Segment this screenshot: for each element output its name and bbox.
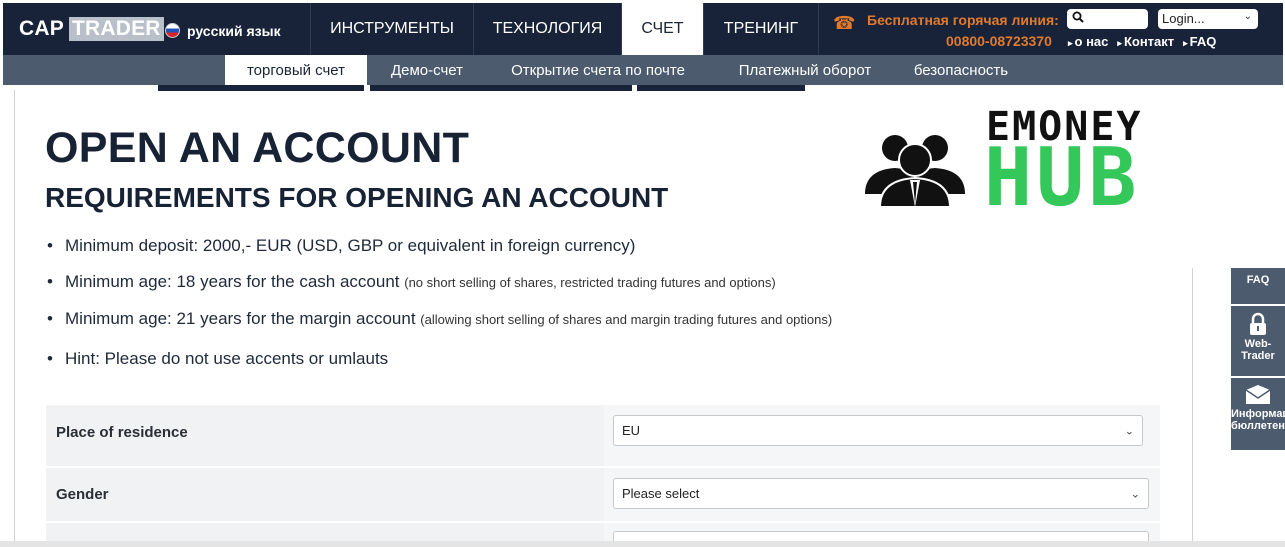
- side-tab-faq[interactable]: FAQ: [1231, 268, 1285, 304]
- list-item: Minimum age: 18 years for the cash accou…: [47, 272, 776, 292]
- link-contact-label: Контакт: [1123, 34, 1175, 49]
- form-row-next: [46, 523, 1160, 545]
- side-tab-webtrader[interactable]: Web-Trader: [1231, 306, 1285, 376]
- side-tab-faq-label: FAQ: [1246, 274, 1270, 286]
- link-about[interactable]: ▸ о нас: [1068, 34, 1108, 49]
- chevron-down-icon: ⌄: [1130, 488, 1140, 500]
- section-title: REQUIREMENTS FOR OPENING AN ACCOUNT: [45, 182, 669, 213]
- russian-flag-icon[interactable]: [165, 23, 180, 38]
- menu-shadow: [370, 85, 632, 91]
- sub-navbar: торговый счет Демо-счет Открытие счета п…: [3, 55, 1283, 85]
- subnav-open-by-mail[interactable]: Открытие счета по почте: [493, 55, 703, 85]
- subnav-demo-account[interactable]: Демо-счет: [372, 55, 482, 85]
- logo-cap: CAP: [19, 17, 64, 40]
- hub-wordmark: HUB: [984, 131, 1141, 224]
- form-row-gender: Gender Please select ⌄: [46, 468, 1160, 521]
- list-item: Minimum age: 21 years for the margin acc…: [47, 309, 832, 329]
- requirement-text: Minimum age: 18 years for the cash accou…: [65, 272, 400, 291]
- content-border: [1192, 268, 1193, 547]
- menu-shadow: [637, 85, 805, 91]
- link-contact[interactable]: ▸ Контакт: [1117, 34, 1174, 49]
- language-selector[interactable]: русский язык: [187, 23, 281, 39]
- arrow-right-icon: ▸: [1117, 38, 1122, 48]
- side-tab-newsletter-label: Информация бюллетень: [1231, 408, 1285, 432]
- subnav-security[interactable]: безопасность: [900, 55, 1022, 85]
- search-input[interactable]: [1067, 9, 1148, 29]
- lock-icon: [1250, 312, 1266, 335]
- subnav-trading-account[interactable]: торговый счет: [225, 55, 367, 85]
- chevron-down-icon: ⌄: [1124, 425, 1134, 437]
- nav-instruments[interactable]: ИНСТРУМЕНТЫ: [310, 3, 473, 55]
- list-item: Minimum deposit: 2000,- EUR (USD, GBP or…: [47, 236, 635, 256]
- login-placeholder: Login...: [1162, 11, 1205, 26]
- list-item: Hint: Please do not use accents or umlau…: [47, 349, 388, 369]
- login-dropdown[interactable]: Login... ⌄: [1158, 9, 1258, 29]
- hotline-label: Бесплатная горячая линия:: [867, 12, 1059, 28]
- menu-shadow: [158, 85, 364, 91]
- side-tab-newsletter[interactable]: Информация бюллетень: [1231, 378, 1285, 450]
- subnav-payment[interactable]: Платежный оборот: [715, 55, 895, 85]
- page-title: OPEN AN ACCOUNT: [45, 124, 470, 172]
- requirement-text: Minimum deposit: 2000,- EUR (USD, GBP or…: [65, 236, 636, 255]
- link-faq-label: FAQ: [1189, 34, 1217, 49]
- residence-value: EU: [622, 423, 641, 438]
- requirement-note: (no short selling of shares, restricted …: [404, 275, 776, 290]
- residence-select[interactable]: EU ⌄: [613, 415, 1143, 446]
- gender-select[interactable]: Please select ⌄: [613, 478, 1149, 509]
- side-tab-webtrader-label: Web-Trader: [1241, 338, 1275, 362]
- residence-label: Place of residence: [56, 424, 188, 441]
- chevron-down-icon: ⌄: [1243, 11, 1252, 22]
- content-border: [14, 90, 15, 547]
- hotline-phone[interactable]: 00800-08723370: [946, 33, 1052, 49]
- captrader-logo[interactable]: CAP TRADER: [19, 16, 164, 42]
- arrow-right-icon: ▸: [1068, 38, 1073, 48]
- requirement-text: Minimum age: 21 years for the margin acc…: [65, 309, 416, 328]
- requirement-text: Hint: Please do not use accents or umlau…: [65, 349, 389, 368]
- top-navbar: CAP TRADER русский язык ИНСТРУМЕНТЫ ТЕХН…: [3, 3, 1283, 55]
- logo-trader: TRADER: [68, 17, 164, 41]
- nav-technology[interactable]: ТЕХНОЛОГИЯ: [473, 3, 621, 55]
- arrow-right-icon: ▸: [1183, 38, 1188, 48]
- phone-icon: ☎: [833, 13, 856, 33]
- top-links: ▸ о нас ▸ Контакт ▸ FAQ: [1068, 34, 1216, 49]
- link-about-label: о нас: [1074, 34, 1109, 49]
- gender-label: Gender: [56, 486, 109, 503]
- nav-training[interactable]: ТРЕНИНГ: [703, 3, 819, 55]
- emoney-hub-logo: EMONEY HUB: [860, 104, 1195, 225]
- nav-account[interactable]: СЧЕТ: [621, 3, 703, 55]
- envelope-icon: [1245, 385, 1271, 404]
- search-icon: [1072, 11, 1084, 23]
- gender-value: Please select: [622, 486, 700, 501]
- link-faq[interactable]: ▸ FAQ: [1183, 34, 1216, 49]
- requirement-note: (allowing short selling of shares and ma…: [420, 312, 833, 327]
- form-row-residence: Place of residence EU ⌄: [46, 405, 1160, 466]
- horizontal-scrollbar[interactable]: [0, 541, 1285, 547]
